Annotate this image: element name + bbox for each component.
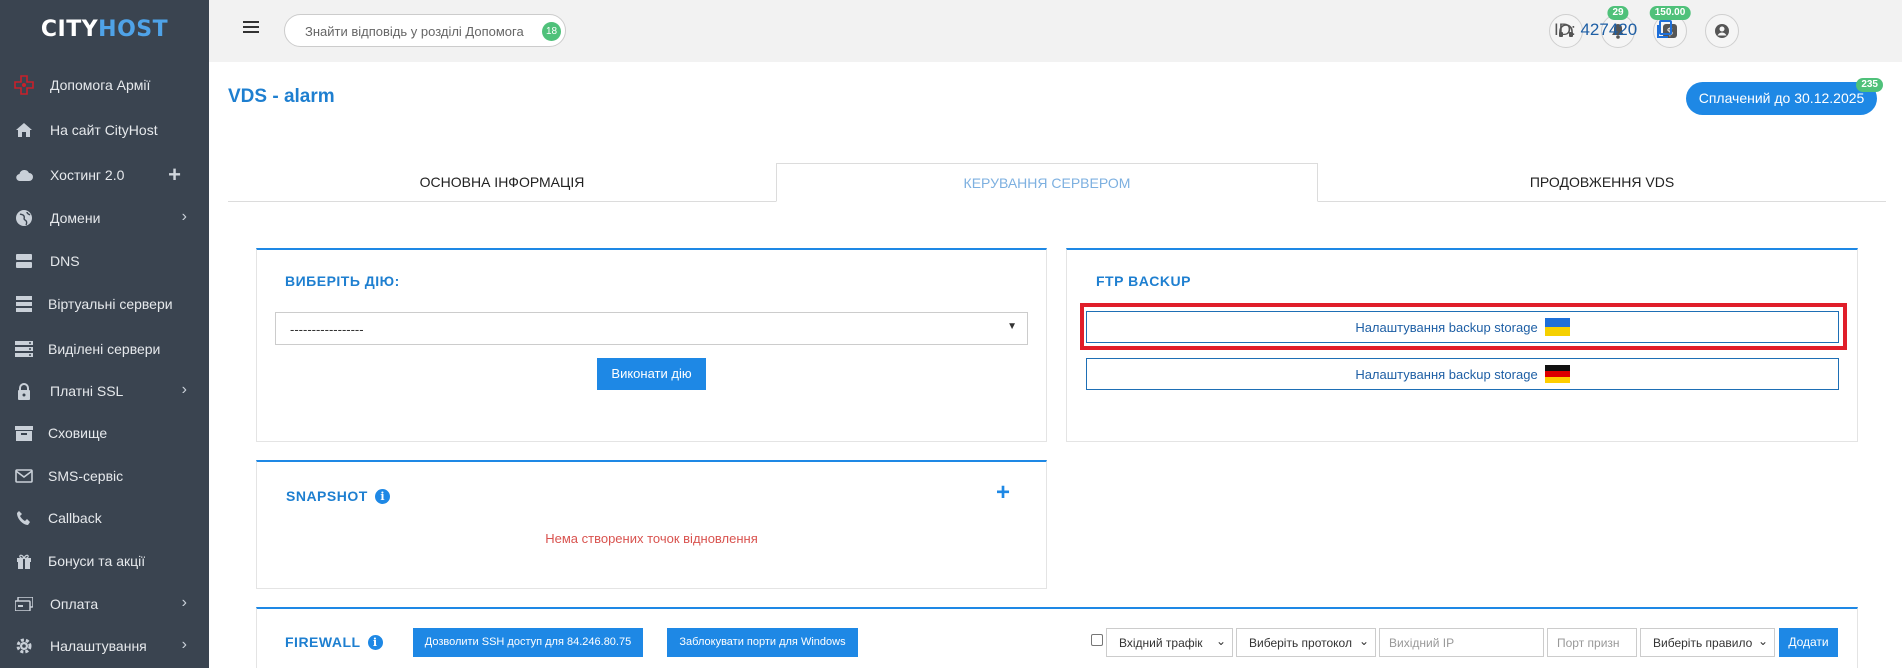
home-icon [14, 121, 34, 139]
allow-ssh-button[interactable]: Дозволити SSH доступ для 84.246.80.75 [413, 628, 643, 657]
archive-box-icon [14, 424, 34, 442]
chevron-right-icon: › [181, 381, 187, 398]
sidebar-item-sms[interactable]: SMS-сервіс [0, 460, 209, 492]
copy-icon[interactable] [1655, 20, 1673, 40]
sidebar-item-label: Бонуси та акції [48, 553, 146, 569]
dedicated-server-icon [14, 340, 34, 358]
lock-icon [14, 382, 34, 400]
dropdown-caret-icon: ▼ [1007, 321, 1017, 332]
balance-badge: 150.00 [1649, 6, 1691, 20]
chevron-right-icon: › [181, 208, 187, 225]
firewall-title: FIREWALL i [285, 634, 383, 650]
snapshot-panel [256, 460, 1047, 589]
dns-server-icon [14, 252, 34, 270]
info-icon[interactable]: i [367, 635, 383, 650]
server-icon [14, 295, 34, 313]
sidebar-item-storage[interactable]: Сховище [0, 417, 209, 449]
sidebar-item-settings[interactable]: Налаштування › [0, 630, 209, 662]
cloud-icon [14, 166, 34, 184]
chevron-right-icon: › [181, 594, 187, 611]
chevron-down-icon: ⌄ [1215, 634, 1226, 648]
envelope-icon [14, 467, 34, 485]
traffic-direction-select[interactable]: Вхідний трафік ⌄ [1106, 628, 1233, 657]
days-left-badge: 235 [1856, 78, 1883, 92]
notifications-count-badge: 29 [1607, 6, 1629, 20]
sidebar-item-label: SMS-сервіс [48, 468, 124, 484]
cityhost-logo[interactable]: CITY HOST [0, 0, 209, 58]
sidebar-item-label: Хостинг 2.0 [50, 167, 125, 183]
highlight-box [1080, 303, 1847, 350]
sidebar-item-label: Допомога Армії [50, 77, 151, 93]
sidebar-item-label: DNS [50, 253, 80, 269]
globe-icon [14, 209, 34, 227]
user-account-icon[interactable] [1705, 14, 1739, 48]
search-count-badge: 18 [542, 22, 561, 41]
menu-icon[interactable] [243, 21, 259, 35]
add-rule-button[interactable]: Додати [1779, 628, 1838, 657]
add-snapshot-icon[interactable]: + [996, 479, 1010, 507]
phone-icon [14, 509, 34, 527]
firewall-checkbox[interactable] [1091, 634, 1103, 646]
sidebar-item-dedicated-servers[interactable]: Виділені сервери [0, 333, 209, 365]
army-cross-icon [14, 75, 34, 95]
tab-vds-renewal[interactable]: ПРОДОВЖЕННЯ VDS [1318, 163, 1886, 202]
chevron-down-icon: ⌄ [1757, 634, 1768, 648]
germany-flag-icon [1544, 365, 1570, 383]
topbar: Знайти відповідь у розділі Допомога 18 2… [209, 0, 1902, 62]
sidebar-item-domains[interactable]: Домени › [0, 202, 209, 234]
sidebar-item-callback[interactable]: Callback [0, 502, 209, 534]
sidebar-item-label: Оплата [50, 596, 99, 612]
sidebar-item-army-help[interactable]: Допомога Армії [0, 69, 209, 101]
sidebar-item-bonuses[interactable]: Бонуси та акції [0, 545, 209, 577]
protocol-select[interactable]: Виберіть протокол ⌄ [1236, 628, 1376, 657]
info-icon[interactable]: i [375, 489, 391, 504]
page-title: VDS - alarm [228, 86, 335, 107]
chevron-down-icon: ⌄ [1358, 634, 1369, 648]
action-panel-title: ВИБЕРІТЬ ДІЮ: [285, 273, 400, 289]
tab-main-info[interactable]: ОСНОВНА ІНФОРМАЦІЯ [228, 163, 776, 202]
sidebar-item-label: Платні SSL [50, 383, 124, 399]
sidebar-item-label: На сайт CityHost [50, 122, 158, 138]
chevron-right-icon: › [181, 636, 187, 653]
search-input[interactable]: Знайти відповідь у розділі Допомога 18 [284, 14, 566, 47]
sidebar-item-home[interactable]: На сайт CityHost [0, 114, 209, 146]
execute-action-button[interactable]: Виконати дію [597, 358, 706, 390]
sidebar-item-dns[interactable]: DNS [0, 245, 209, 277]
backup-storage-de-button[interactable]: Налаштування backup storage [1086, 358, 1839, 390]
payment-icon [14, 595, 34, 613]
sidebar: CITY HOST Допомога Армії На сайт CityHost… [0, 0, 209, 668]
user-id-value: 427420 [1580, 20, 1638, 39]
sidebar-item-label: Віртуальні сервери [48, 296, 173, 312]
action-select-value: ----------------- [290, 322, 364, 337]
sidebar-item-paid-ssl[interactable]: Платні SSL › [0, 375, 209, 407]
sidebar-item-label: Виділені сервери [48, 341, 161, 357]
search-placeholder: Знайти відповідь у розділі Допомога [305, 24, 524, 39]
gear-icon [14, 637, 34, 655]
block-windows-ports-button[interactable]: Заблокувати порти для Windows [667, 628, 858, 657]
tab-server-management[interactable]: КЕРУВАННЯ СЕРВЕРОМ [776, 163, 1318, 202]
add-icon[interactable]: + [168, 162, 181, 188]
action-select[interactable]: ----------------- ▼ [275, 312, 1028, 345]
user-id: ID: 427420 [1554, 20, 1638, 39]
sidebar-item-hosting[interactable]: Хостинг 2.0 + [0, 159, 209, 191]
sidebar-item-virtual-servers[interactable]: Віртуальні сервери [0, 288, 209, 320]
sidebar-item-label: Налаштування [50, 638, 147, 654]
sidebar-item-label: Домени [50, 210, 101, 226]
ftp-backup-title: FTP BACKUP [1096, 273, 1191, 289]
paid-until-button[interactable]: Сплачений до 30.12.2025 235 [1686, 78, 1883, 115]
sidebar-item-payment[interactable]: Оплата › [0, 588, 209, 620]
rule-select[interactable]: Виберіть правило ⌄ [1640, 628, 1775, 657]
snapshot-empty-message: Нема створених точок відновлення [545, 531, 758, 546]
snapshot-title: SNAPSHOT i [286, 488, 391, 504]
sidebar-item-label: Callback [48, 510, 102, 526]
sidebar-item-label: Сховище [48, 425, 108, 441]
source-ip-input[interactable]: Вихідний IP [1379, 628, 1544, 657]
port-input[interactable]: Порт призн [1547, 628, 1637, 657]
gift-icon [14, 552, 34, 570]
